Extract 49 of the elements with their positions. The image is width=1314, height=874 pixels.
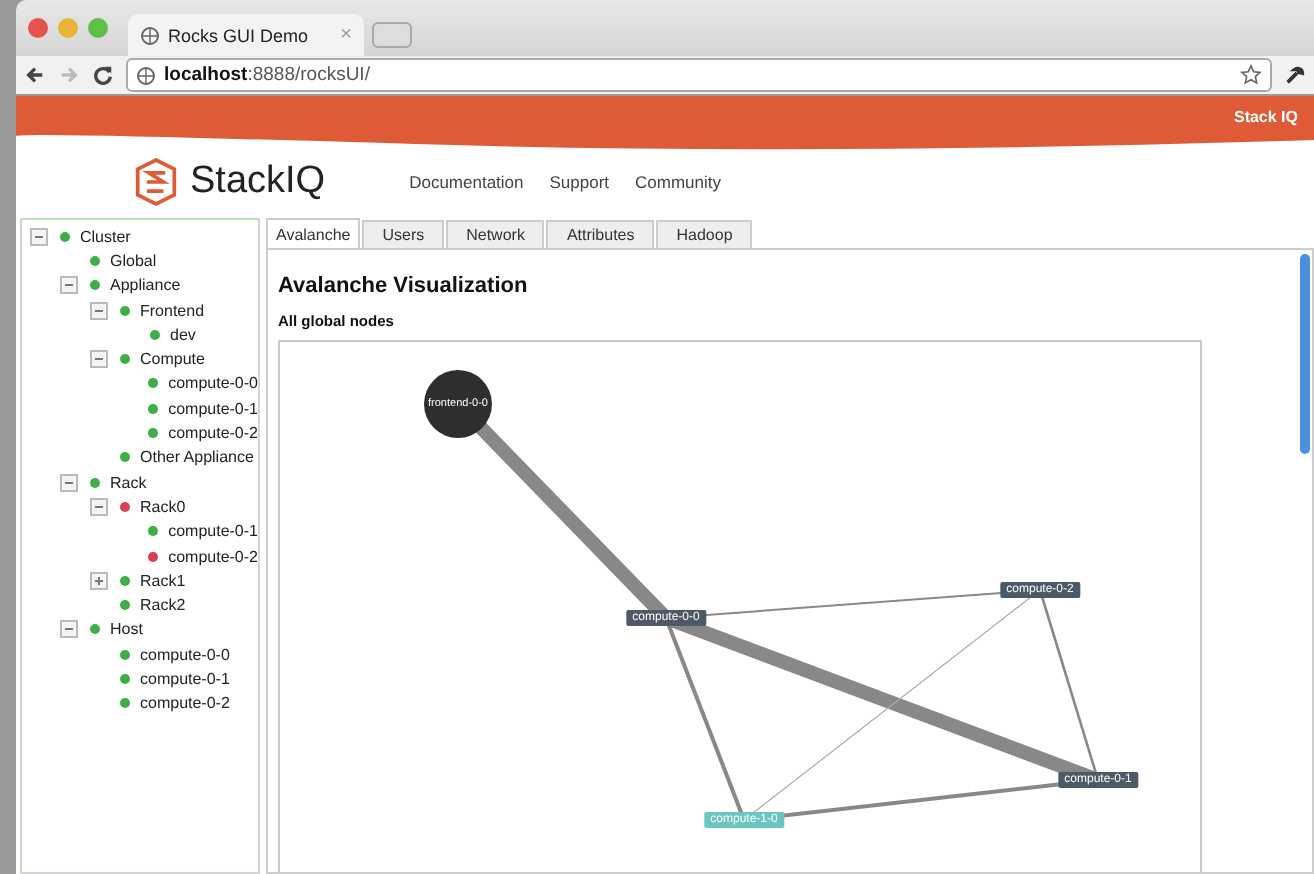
- tree-item[interactable]: Compute: [140, 350, 205, 369]
- address-field[interactable]: localhost:8888/rocksUI/: [126, 58, 1272, 92]
- collapse-toggle[interactable]: [30, 227, 48, 246]
- globe-icon: [136, 65, 156, 85]
- collapse-toggle[interactable]: [60, 473, 78, 492]
- collapse-toggle[interactable]: [90, 497, 108, 516]
- brand-link[interactable]: Stack IQ: [1233, 108, 1298, 126]
- tree-item[interactable]: Global: [110, 251, 157, 270]
- nav-link[interactable]: Community: [635, 172, 722, 192]
- tree-item[interactable]: Rack1: [140, 571, 186, 590]
- tree-item[interactable]: Other Appliance: [140, 448, 254, 467]
- collapse-toggle[interactable]: [60, 620, 78, 639]
- nav-link[interactable]: Support: [549, 172, 610, 192]
- panel-title: Avalanche Visualization: [278, 274, 530, 298]
- tree-item[interactable]: Rack: [110, 473, 147, 492]
- tree-item[interactable]: Rack2: [140, 596, 186, 615]
- bookmark-star-icon[interactable]: [1240, 64, 1262, 86]
- tab[interactable]: Hadoop: [656, 220, 753, 248]
- scrollbar[interactable]: [1300, 254, 1310, 454]
- tree-item[interactable]: compute-0-1: [140, 669, 230, 688]
- tree-item[interactable]: compute-0-1: [168, 522, 258, 541]
- expand-toggle[interactable]: [90, 571, 108, 590]
- tree-item[interactable]: compute-0-2: [140, 694, 230, 713]
- tab[interactable]: Users: [362, 220, 445, 248]
- logo-icon: [134, 158, 178, 206]
- collapse-toggle[interactable]: [60, 276, 78, 295]
- tree-item[interactable]: Frontend: [140, 301, 205, 320]
- tree-item[interactable]: Cluster: [80, 227, 131, 246]
- globe-icon: [140, 25, 160, 45]
- tree-item[interactable]: compute-0-1: [168, 399, 258, 418]
- tree-item[interactable]: compute-0-2: [168, 424, 258, 443]
- tree-item[interactable]: Rack0: [140, 497, 186, 516]
- tab[interactable]: Attributes: [546, 220, 655, 248]
- collapse-toggle[interactable]: [90, 301, 108, 320]
- logo-text: StackIQ: [190, 160, 326, 204]
- tree-item[interactable]: compute-0-2: [168, 547, 258, 565]
- reload-icon[interactable]: [92, 64, 114, 86]
- tab[interactable]: Avalanche: [266, 218, 361, 248]
- nav-link[interactable]: Documentation: [409, 172, 524, 192]
- tree-item[interactable]: Appliance: [110, 276, 181, 295]
- tab[interactable]: Network: [446, 220, 545, 248]
- close-window-icon[interactable]: [28, 18, 48, 38]
- tree-item[interactable]: dev: [170, 325, 196, 344]
- tree-item[interactable]: Host: [110, 620, 143, 639]
- collapse-toggle[interactable]: [90, 350, 108, 369]
- back-icon[interactable]: [24, 64, 46, 86]
- browser-tab[interactable]: Rocks GUI Demo ×: [128, 14, 364, 56]
- tree-item[interactable]: compute-0-0: [168, 374, 258, 393]
- tree-item[interactable]: compute-0-0: [140, 645, 230, 664]
